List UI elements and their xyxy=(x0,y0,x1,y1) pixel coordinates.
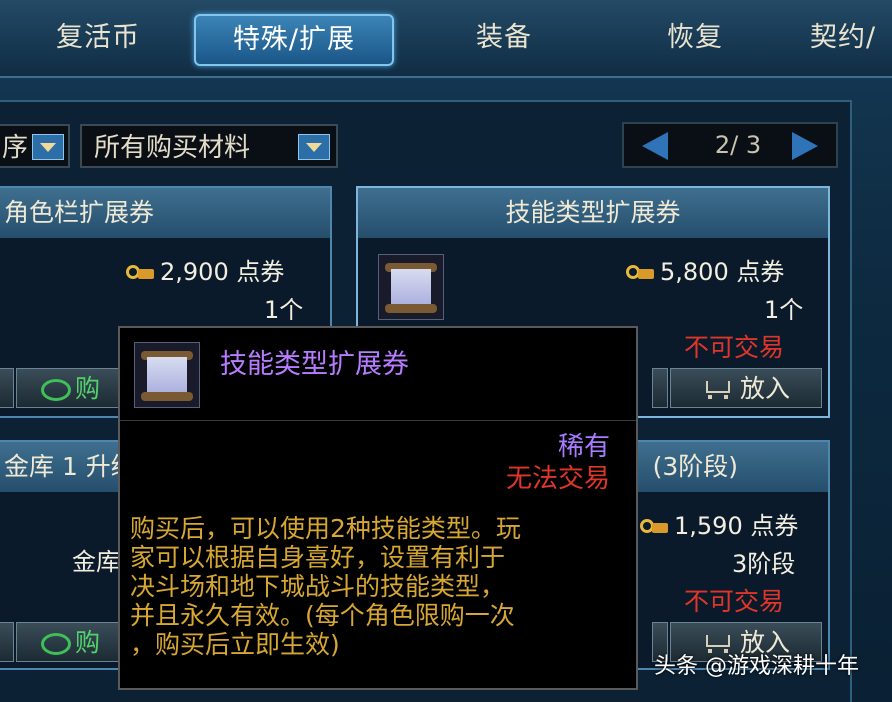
tooltip-description-line: 并且永久有效。(每个角色限购一次 xyxy=(130,601,515,630)
pagination: 2/ 3 xyxy=(622,122,838,168)
tooltip-description: 购买后，可以使用2种技能类型。玩 家可以根据自身喜好，设置有利于 决斗场和地下城… xyxy=(130,514,590,659)
material-dropdown[interactable]: 所有购买材料 xyxy=(80,124,338,168)
scroll-item-icon xyxy=(134,342,200,408)
tooltip-item-name: 技能类型扩展券 xyxy=(220,349,409,380)
put-in-cart-button[interactable]: 放入 xyxy=(670,368,822,408)
prev-page-icon[interactable] xyxy=(642,132,668,160)
tab-recovery[interactable]: 恢复 xyxy=(640,14,750,62)
tab-equipment[interactable]: 装备 xyxy=(444,14,564,62)
cera-coin-icon xyxy=(126,263,156,283)
page-indicator: 2/ 3 xyxy=(714,131,762,159)
category-tab-bar: 复活币 特殊/扩展 装备 恢复 契约/ xyxy=(0,0,892,78)
product-price: 1,590 点券 xyxy=(640,506,798,541)
cera-coin-icon xyxy=(626,263,656,283)
sort-dropdown-label: 序 xyxy=(2,133,29,163)
tooltip-description-line: 购买后，可以使用2种技能类型。玩 xyxy=(130,514,521,543)
product-title: 技能类型扩展券 xyxy=(358,188,828,238)
buy-icon xyxy=(41,633,71,655)
price-text: 1,590 点券 xyxy=(674,512,799,540)
chevron-down-icon[interactable] xyxy=(298,134,330,160)
buy-button[interactable]: 购 xyxy=(16,368,120,408)
tooltip-description-line: 家可以根据自身喜好，设置有利于 xyxy=(130,543,506,572)
product-quantity: 1个 xyxy=(764,296,804,324)
tooltip-description-line: 决斗场和地下城战斗的技能类型， xyxy=(130,572,506,601)
product-title: 角色栏扩展券 xyxy=(0,188,330,238)
untradable-label: 不可交易 xyxy=(684,587,785,616)
product-partial-text: 金库 xyxy=(72,548,120,576)
tab-special-expansion[interactable]: 特殊/扩展 xyxy=(194,14,394,66)
sort-dropdown[interactable]: 序 xyxy=(0,124,70,168)
next-page-icon[interactable] xyxy=(792,132,818,160)
product-price: 2,900 点券 xyxy=(126,252,284,287)
card-left-button[interactable] xyxy=(652,368,668,408)
price-text: 5,800 点券 xyxy=(660,258,785,286)
material-dropdown-label: 所有购买材料 xyxy=(94,133,251,163)
tab-contract[interactable]: 契约/ xyxy=(810,14,892,62)
buy-label: 购 xyxy=(75,628,101,657)
untradable-label: 不可交易 xyxy=(684,333,785,362)
buy-icon xyxy=(41,379,71,401)
tab-revive-coin[interactable]: 复活币 xyxy=(36,14,160,62)
tooltip-tradeability: 无法交易 xyxy=(505,464,610,494)
product-price: 5,800 点券 xyxy=(626,252,784,287)
buy-label: 购 xyxy=(75,374,101,403)
buy-button[interactable]: 购 xyxy=(16,622,120,662)
scroll-item-icon xyxy=(378,254,444,320)
cart-icon xyxy=(702,379,734,401)
chevron-down-icon[interactable] xyxy=(32,134,64,160)
card-left-button[interactable] xyxy=(0,622,14,662)
price-text: 2,900 点券 xyxy=(160,258,285,286)
cera-coin-icon xyxy=(640,517,670,537)
tooltip-description-line: ，购买后立即生效) xyxy=(130,630,340,659)
item-tooltip: 技能类型扩展券 稀有 无法交易 购买后，可以使用2种技能类型。玩 家可以根据自身… xyxy=(118,326,638,690)
watermark: 头条 @游戏深耕十年 xyxy=(654,654,859,679)
product-quantity: 3阶段 xyxy=(732,550,796,578)
put-in-label: 放入 xyxy=(739,374,790,403)
tooltip-divider xyxy=(120,420,636,421)
card-left-button[interactable] xyxy=(0,368,14,408)
product-quantity: 1个 xyxy=(264,296,304,324)
